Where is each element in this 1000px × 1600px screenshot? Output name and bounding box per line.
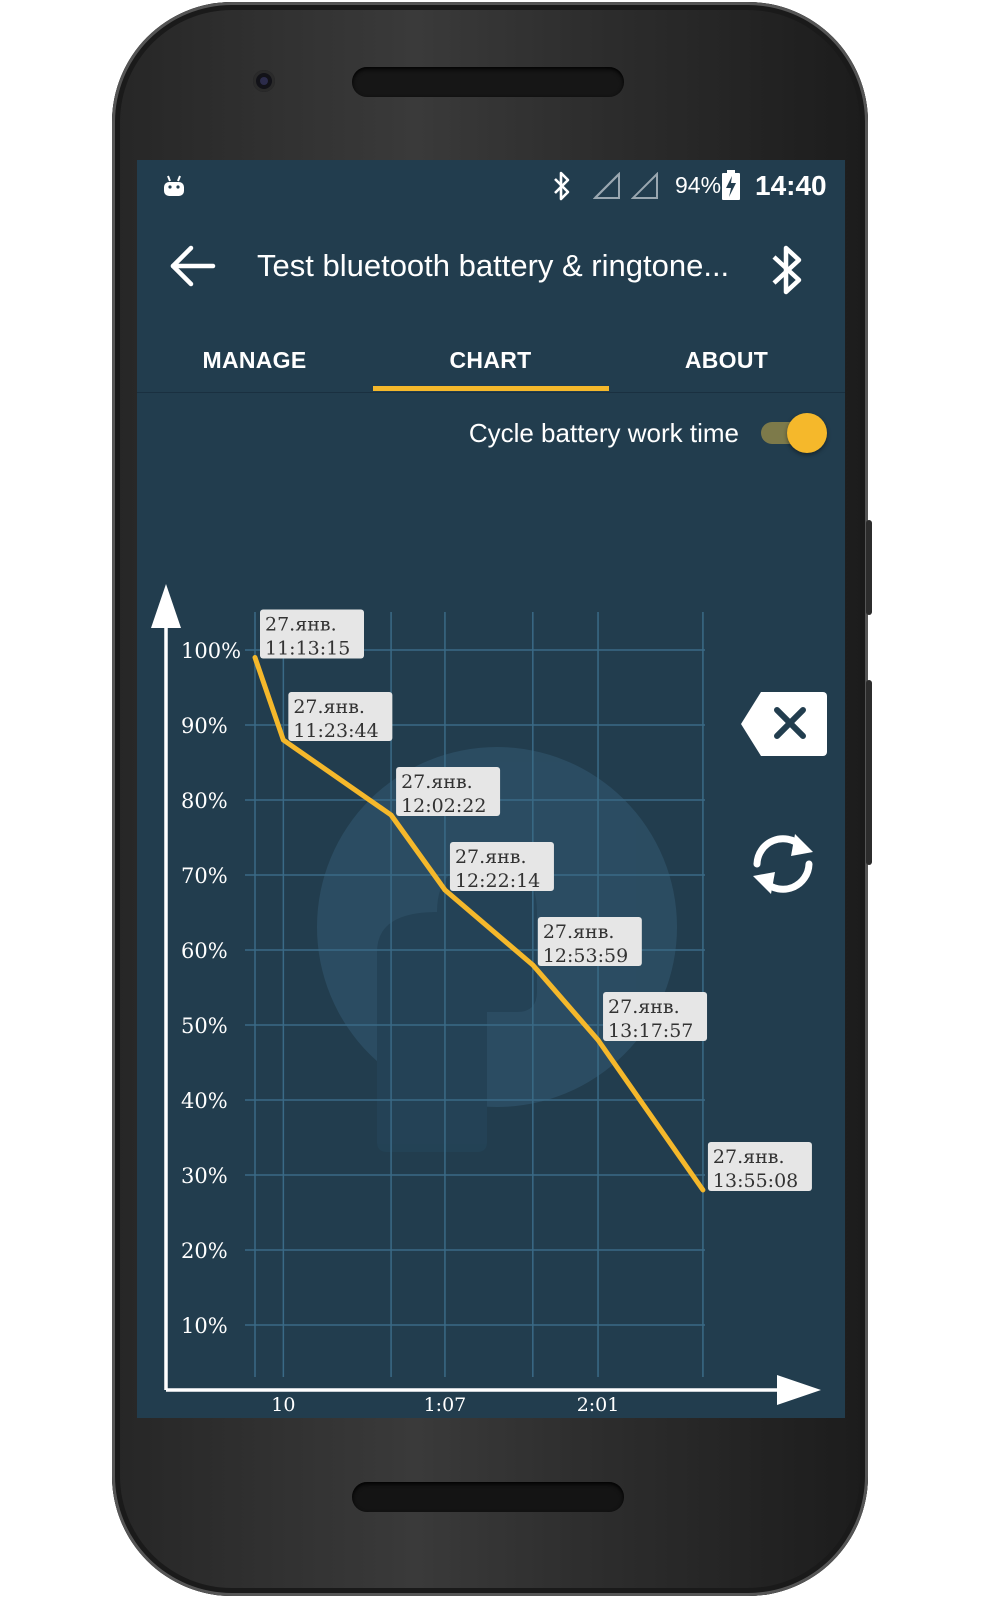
front-camera bbox=[253, 70, 275, 92]
battery-percent: 94% bbox=[675, 172, 722, 198]
point-tooltip: 27.янв.12:02:22 bbox=[396, 767, 501, 817]
y-tick-label: 10% bbox=[181, 1314, 228, 1338]
tab-manage[interactable]: MANAGE bbox=[137, 320, 372, 392]
y-tick-label: 80% bbox=[181, 789, 228, 813]
signal-icon bbox=[631, 172, 658, 199]
tooltip-date: 27.янв. bbox=[455, 846, 527, 868]
battery-chart: 100% 90% 80% 70% 60% 50% 40% 30% 20% 10% 0 10 48 1:07… bbox=[151, 584, 821, 1418]
signal-icon bbox=[593, 172, 620, 199]
y-tick-label: 50% bbox=[181, 1014, 228, 1038]
status-bar: 94% 14:40 bbox=[137, 160, 845, 210]
refresh-icon[interactable] bbox=[743, 830, 823, 898]
x-tick-label: 2:38 bbox=[682, 1415, 725, 1418]
tab-label: CHART bbox=[449, 347, 532, 373]
backspace-x-icon[interactable] bbox=[739, 690, 829, 758]
tooltip-time: 11:23:44 bbox=[293, 720, 378, 742]
page-title: Test bluetooth battery & ringtone... bbox=[257, 248, 730, 283]
bluetooth-icon bbox=[554, 171, 570, 201]
x-tick-label: 1:38 bbox=[511, 1415, 554, 1418]
battery-charging-icon bbox=[722, 170, 740, 200]
toggle-label: Cycle battery work time bbox=[468, 418, 739, 448]
bluetooth-icon[interactable] bbox=[769, 242, 805, 298]
point-tooltip: 27.янв.12:22:14 bbox=[449, 842, 554, 892]
arrow-left-icon[interactable] bbox=[167, 244, 217, 288]
y-tick-label: 30% bbox=[181, 1164, 228, 1188]
tab-label: MANAGE bbox=[202, 347, 307, 373]
tooltip-date: 27.янв. bbox=[265, 614, 337, 636]
point-tooltip: 27.янв.13:17:57 bbox=[603, 992, 708, 1042]
y-axis-arrow bbox=[151, 584, 181, 628]
tooltip-date: 27.янв. bbox=[293, 696, 365, 718]
tab-label: ABOUT bbox=[684, 347, 769, 373]
x-axis-arrow bbox=[777, 1375, 821, 1405]
point-tooltip: 27.янв.11:23:44 bbox=[288, 692, 393, 742]
clock: 14:40 bbox=[755, 170, 827, 201]
tooltip-time: 12:53:59 bbox=[543, 945, 628, 967]
y-tick-label: 60% bbox=[181, 939, 228, 963]
x-tick-label: 48 bbox=[379, 1415, 403, 1418]
tab-indicator bbox=[373, 386, 609, 391]
volume-button bbox=[866, 520, 872, 615]
tooltip-time: 11:13:15 bbox=[265, 638, 350, 660]
tab-about[interactable]: ABOUT bbox=[609, 320, 844, 392]
x-tick-label: 10 bbox=[271, 1394, 295, 1416]
bottom-speaker bbox=[352, 1482, 624, 1512]
tooltip-time: 12:02:22 bbox=[401, 795, 486, 817]
android-icon bbox=[164, 175, 184, 196]
x-tick-label: 1:07 bbox=[424, 1394, 467, 1416]
tooltip-time: 13:55:08 bbox=[713, 1170, 798, 1192]
tooltip-time: 12:22:14 bbox=[455, 870, 540, 892]
tooltip-date: 27.янв. bbox=[713, 1146, 785, 1168]
point-tooltip: 27.янв.13:55:08 bbox=[707, 1142, 812, 1192]
tab-chart[interactable]: CHART bbox=[373, 320, 608, 392]
y-tick-label: 20% bbox=[181, 1239, 228, 1263]
y-tick-label: 90% bbox=[181, 714, 228, 738]
point-tooltip: 27.янв.12:53:59 bbox=[537, 917, 642, 967]
tab-bar: MANAGE CHART ABOUT bbox=[137, 320, 845, 393]
x-tick-label: 2:01 bbox=[577, 1394, 620, 1416]
tooltip-time: 13:17:57 bbox=[608, 1020, 693, 1042]
tooltip-date: 27.янв. bbox=[608, 996, 680, 1018]
power-button bbox=[866, 680, 872, 865]
app-bar: Test bluetooth battery & ringtone... bbox=[137, 210, 845, 320]
point-tooltip: 27.янв.11:13:15 bbox=[260, 609, 364, 660]
tooltip-date: 27.янв. bbox=[401, 771, 473, 793]
cycle-toggle-thumb[interactable] bbox=[787, 413, 827, 453]
y-tick-label: 40% bbox=[181, 1089, 228, 1113]
app-screen: 94% 14:40 Test bluetooth battery & ringt… bbox=[137, 160, 845, 1418]
x-tick-label: 0 bbox=[249, 1415, 261, 1418]
y-tick-label: 70% bbox=[181, 864, 228, 888]
chart-panel: 100% 90% 80% 70% 60% 50% 40% 30% 20% 10% 0 10 48 1:07… bbox=[137, 392, 845, 1418]
earpiece-speaker bbox=[352, 67, 624, 97]
tooltip-date: 27.янв. bbox=[543, 921, 615, 943]
y-tick-label: 100% bbox=[181, 639, 241, 663]
